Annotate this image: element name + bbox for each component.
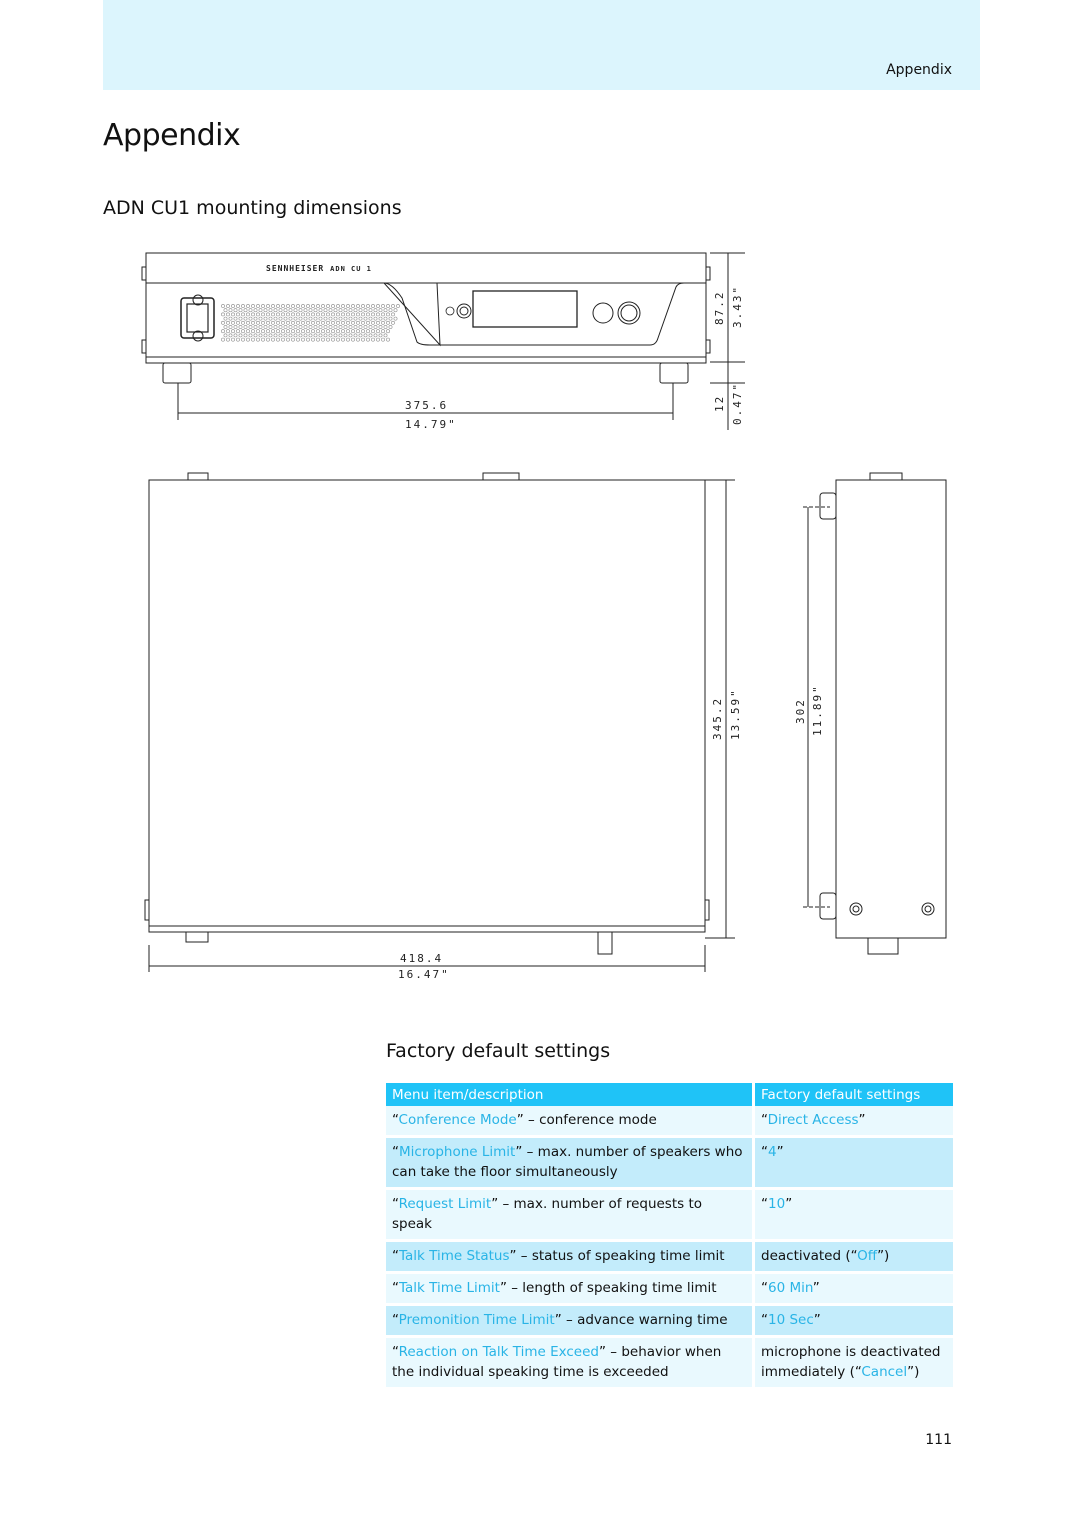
brand-label: SENNHEISER: [266, 264, 324, 273]
menu-item-description: – conference mode: [523, 1112, 657, 1128]
menu-item-description: – status of speaking time limit: [516, 1248, 725, 1264]
front-height-mm: 87.2: [713, 291, 726, 326]
section-title-factory: Factory default settings: [386, 1040, 611, 1062]
top-view: [144, 472, 710, 955]
default-suffix: ”): [907, 1364, 920, 1380]
default-prefix: deactivated (“: [761, 1248, 858, 1264]
front-width-in: 14.79": [405, 418, 457, 431]
default-value-cell: microphone is deactivated immediately (“…: [755, 1338, 953, 1390]
menu-item-name: Conference Mode: [398, 1112, 517, 1128]
front-height-in: 3.43": [731, 285, 744, 328]
table-row: “Talk Time Status” – status of speaking …: [386, 1242, 953, 1274]
foot-height-in: 0.47": [731, 382, 744, 425]
menu-item-description: – advance warning time: [561, 1312, 728, 1328]
menu-item-cell: “Talk Time Status” – status of speaking …: [386, 1242, 755, 1274]
default-suffix: ”: [858, 1112, 866, 1128]
top-width-mm: 418.4: [400, 952, 443, 965]
default-suffix: ”: [813, 1312, 821, 1328]
default-suffix: ”: [812, 1280, 820, 1296]
default-value-cell: “10”: [755, 1190, 953, 1242]
default-value-cell: “4”: [755, 1138, 953, 1190]
default-prefix: “: [761, 1196, 768, 1212]
default-value-cell: deactivated (“Off”): [755, 1242, 953, 1274]
table-row: “Request Limit” – max. number of request…: [386, 1190, 953, 1242]
default-value: Cancel: [861, 1364, 908, 1380]
menu-item-cell: “Conference Mode” – conference mode: [386, 1106, 755, 1138]
menu-item-cell: “Premonition Time Limit” – advance warni…: [386, 1306, 755, 1338]
default-value: 4: [768, 1144, 777, 1160]
default-prefix: “: [761, 1112, 768, 1128]
top-depth-mm: 345.2: [711, 697, 724, 740]
menu-item-description: – length of speaking time limit: [506, 1280, 717, 1296]
column-header-default: Factory default settings: [755, 1083, 953, 1106]
table-row: “Microphone Limit” – max. number of spea…: [386, 1138, 953, 1190]
factory-settings-table: Menu item/description Factory default se…: [386, 1083, 953, 1390]
default-value: Off: [857, 1248, 878, 1264]
table-row: “ Talk Time Limit ” – length of speaking t…: [386, 1274, 953, 1306]
default-value: Direct Access: [767, 1112, 859, 1128]
foot-height-mm: 12: [713, 395, 726, 412]
menu-item-cell: “Talk Time Limit” – length of speaking t…: [386, 1274, 755, 1306]
side-view: [819, 472, 947, 955]
menu-item-name: Request Limit: [398, 1196, 492, 1212]
default-prefix: “: [761, 1280, 768, 1296]
top-width-in: 16.47": [398, 968, 450, 981]
menu-item-cell: “Microphone Limit” – max. number of spea…: [386, 1138, 755, 1190]
menu-item-name: Talk Time Limit: [399, 1280, 500, 1296]
default-value-cell: “10 Sec”: [755, 1306, 953, 1338]
menu-item-name: Microphone Limit: [399, 1144, 516, 1160]
table-row: “Reaction on Talk Time Exceed” – behavio…: [386, 1338, 953, 1390]
menu-item-name: Reaction on Talk Time Exceed: [398, 1344, 599, 1360]
side-foot-spacing-in: 11.89": [811, 684, 824, 736]
default-prefix: “: [761, 1144, 768, 1160]
table-header-row: Menu item/description Factory default se…: [386, 1083, 953, 1106]
default-prefix: “: [761, 1312, 768, 1328]
mounting-dimension-drawing: SENNHEISER ADN CU 1 375.6 14.79" 87.2 3.…: [141, 252, 947, 981]
menu-item-name: Talk Time Status: [399, 1248, 510, 1264]
default-suffix: ”: [776, 1144, 784, 1160]
menu-item-cell: “Request Limit” – max. number of request…: [386, 1190, 755, 1242]
menu-item-name: Premonition Time Limit: [398, 1312, 555, 1328]
default-value: 60 Min: [768, 1280, 813, 1296]
front-width-mm: 375.6: [405, 399, 448, 412]
side-foot-spacing-mm: 302: [794, 698, 807, 724]
default-value: 10: [768, 1196, 786, 1212]
device-label: ADN CU 1: [330, 265, 372, 273]
default-value-cell: “60 Min”: [755, 1274, 953, 1306]
default-value: 10 Sec: [768, 1312, 814, 1328]
table-row: “Conference Mode” – conference mode “Dire…: [386, 1106, 953, 1138]
page-number: 111: [925, 1432, 952, 1448]
default-suffix: ”): [877, 1248, 890, 1264]
menu-item-cell: “Reaction on Talk Time Exceed” – behavio…: [386, 1338, 755, 1390]
top-depth-in: 13.59": [729, 688, 742, 740]
table-row: “ Premonition Time Limit ” – advance warni…: [386, 1306, 953, 1338]
default-suffix: ”: [785, 1196, 793, 1212]
column-header-menu-item: Menu item/description: [386, 1083, 755, 1106]
default-value-cell: “Direct Access”: [755, 1106, 953, 1138]
